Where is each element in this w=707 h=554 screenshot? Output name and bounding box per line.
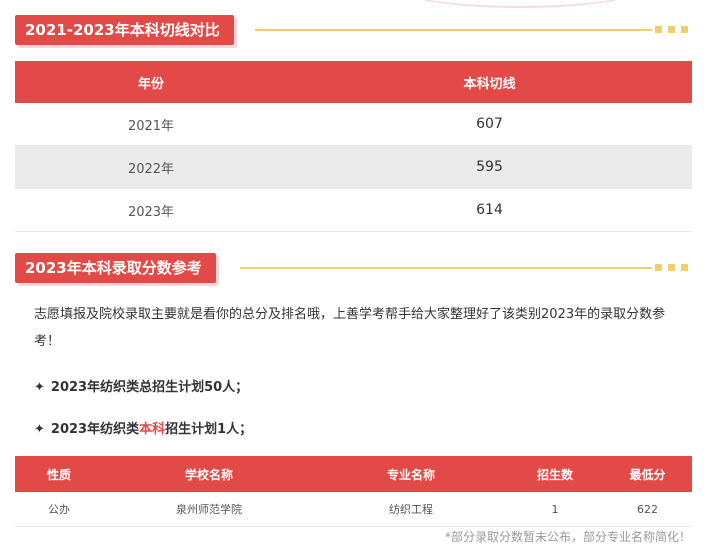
min-score-cell: 622 <box>603 492 692 527</box>
intro-paragraph: 志愿填报及院校录取主要就是看你的总分及排名哦，上善学考帮手给大家整理好了该类别2… <box>34 307 666 349</box>
section-header-admission: 2023年本科录取分数参考 <box>15 253 692 283</box>
bullet-text: 2023年纺织类总招生计划50人； <box>50 380 249 395</box>
table-row: 2023年 614 <box>15 188 692 232</box>
cutoff-table: 年份 本科切线 2021年 607 2022年 595 2023年 614 <box>15 61 692 232</box>
bullet-undergrad-plan: ✦ 2023年纺织类本科招生计划1人； <box>34 418 252 437</box>
footnote: *部分录取分数暂未公布，部分专业名称简化！ <box>444 530 691 544</box>
column-header-min-score: 最低分 <box>603 456 692 492</box>
decorative-arc <box>400 0 640 8</box>
enrollment-cell: 1 <box>507 492 603 527</box>
column-header-major: 专业名称 <box>315 456 507 492</box>
bullet-highlight: 本科 <box>139 422 166 437</box>
table-row: 2021年 607 <box>15 103 692 146</box>
header-dots-decoration <box>655 264 688 271</box>
header-dots-decoration <box>655 26 688 33</box>
cutoff-cell: 607 <box>287 103 692 146</box>
admission-table: 性质 学校名称 专业名称 招生数 最低分 公办 泉州师范学院 纺织工程 1 62… <box>15 456 692 527</box>
bullet-text-post: 招生计划1人； <box>165 422 253 437</box>
column-header-year: 年份 <box>15 61 287 103</box>
school-cell: 泉州师范学院 <box>103 492 315 527</box>
type-cell: 公办 <box>15 492 103 527</box>
table-row: 公办 泉州师范学院 纺织工程 1 622 <box>15 492 692 527</box>
section-title: 2021-2023年本科切线对比 <box>15 15 234 45</box>
bullet-text-pre: 2023年纺织类 <box>50 422 140 437</box>
table-header-row: 性质 学校名称 专业名称 招生数 最低分 <box>15 456 692 492</box>
star-icon: ✦ <box>34 422 45 437</box>
star-icon: ✦ <box>34 380 45 395</box>
cutoff-cell: 614 <box>287 188 692 232</box>
section-header-cutoff: 2021-2023年本科切线对比 <box>15 15 692 45</box>
column-header-type: 性质 <box>15 456 103 492</box>
year-cell: 2021年 <box>15 103 287 146</box>
table-header-row: 年份 本科切线 <box>15 61 692 103</box>
bullet-total-plan: ✦ 2023年纺织类总招生计划50人； <box>34 376 248 395</box>
header-divider-line <box>255 29 652 31</box>
column-header-enrollment: 招生数 <box>507 456 603 492</box>
table-row: 2022年 595 <box>15 145 692 189</box>
column-header-cutoff: 本科切线 <box>287 61 692 103</box>
header-divider-line <box>240 267 652 269</box>
section-title: 2023年本科录取分数参考 <box>15 253 216 283</box>
year-cell: 2022年 <box>15 145 287 189</box>
column-header-school: 学校名称 <box>103 456 315 492</box>
major-cell: 纺织工程 <box>315 492 507 527</box>
cutoff-cell: 595 <box>287 145 692 189</box>
year-cell: 2023年 <box>15 188 287 232</box>
